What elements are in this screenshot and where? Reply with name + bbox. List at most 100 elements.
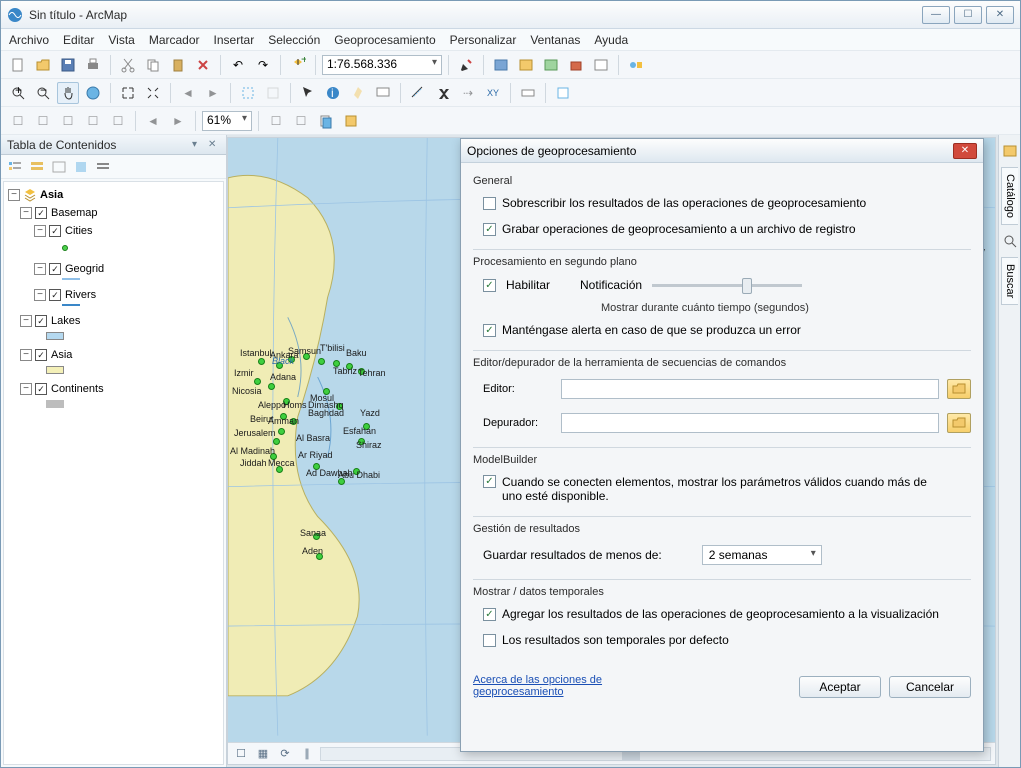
add-data-button[interactable]: + [287, 54, 309, 76]
layer-continents[interactable]: Continents [51, 383, 104, 395]
print-button[interactable] [82, 54, 104, 76]
cancel-button[interactable]: Cancelar [889, 676, 971, 698]
catalog-tab[interactable]: Catálogo [1001, 167, 1018, 225]
catalog-window-button[interactable] [515, 54, 537, 76]
maximize-button[interactable]: ☐ [954, 6, 982, 24]
fixed-zoom-in-button[interactable] [117, 82, 139, 104]
select-elements-button[interactable] [297, 82, 319, 104]
overwrite-checkbox[interactable] [483, 197, 496, 210]
modelbuilder-button[interactable] [625, 54, 647, 76]
layout-btn-4[interactable]: ☐ [82, 110, 104, 132]
layer-checkbox[interactable] [35, 207, 47, 219]
tree-toggle[interactable]: − [34, 225, 46, 237]
toggle-draft-button[interactable] [340, 110, 362, 132]
refresh-button[interactable]: ⟳ [276, 745, 294, 763]
table-of-contents-button[interactable] [490, 54, 512, 76]
browse-editor-button[interactable] [947, 379, 971, 399]
menu-editar[interactable]: Editar [63, 33, 94, 47]
layer-geogrid[interactable]: Geogrid [65, 263, 104, 275]
copy-button[interactable] [142, 54, 164, 76]
find-button[interactable] [432, 82, 454, 104]
tree-toggle[interactable]: − [20, 315, 32, 327]
editor-toolbar-button[interactable] [455, 54, 477, 76]
list-by-visibility-button[interactable] [49, 157, 69, 177]
undo-button[interactable]: ↶ [227, 54, 249, 76]
zoom-percent-combo[interactable]: 61% [202, 111, 252, 131]
map-view[interactable]: Istanbul Ankara Izmir Nicosia Aleppo Hom… [227, 137, 996, 765]
layer-checkbox[interactable] [35, 349, 47, 361]
select-features-button[interactable] [237, 82, 259, 104]
tree-toggle[interactable]: − [20, 349, 32, 361]
html-popup-button[interactable] [372, 82, 394, 104]
scale-combo[interactable]: 1:76.568.336 [322, 55, 442, 75]
layer-checkbox[interactable] [49, 225, 61, 237]
clear-selection-button[interactable] [262, 82, 284, 104]
options-button[interactable] [93, 157, 113, 177]
layer-checkbox[interactable] [35, 315, 47, 327]
pin-icon[interactable]: ▾ [192, 139, 204, 151]
enable-checkbox[interactable] [483, 279, 496, 292]
search-tab[interactable]: Buscar [1001, 257, 1018, 305]
pause-button[interactable]: ∥ [298, 745, 316, 763]
keep-results-select[interactable]: 2 semanas [702, 545, 822, 565]
browse-debugger-button[interactable] [947, 413, 971, 433]
dialog-titlebar[interactable]: Opciones de geoprocesamiento ✕ [461, 139, 983, 163]
time-slider-button[interactable] [517, 82, 539, 104]
zoom-in-button[interactable]: + [7, 82, 29, 104]
layout-view-button[interactable]: ▦ [254, 745, 272, 763]
data-view-button[interactable]: ☐ [232, 745, 250, 763]
open-button[interactable] [32, 54, 54, 76]
tree-toggle[interactable]: − [20, 207, 32, 219]
data-driven-pages-button[interactable] [315, 110, 337, 132]
measure-button[interactable] [407, 82, 429, 104]
layer-asia[interactable]: Asia [51, 349, 72, 361]
layout-btn-5[interactable]: ☐ [107, 110, 129, 132]
layout-btn-6[interactable]: ◄ [142, 110, 164, 132]
menu-insertar[interactable]: Insertar [214, 33, 255, 47]
list-by-source-button[interactable] [27, 157, 47, 177]
dialog-close-button[interactable]: ✕ [953, 143, 977, 159]
layer-checkbox[interactable] [49, 289, 61, 301]
pan-button[interactable] [57, 82, 79, 104]
goto-xy-button[interactable]: XY [482, 82, 504, 104]
minimize-button[interactable]: — [922, 6, 950, 24]
new-button[interactable] [7, 54, 29, 76]
notification-slider[interactable] [652, 284, 802, 287]
layer-cities[interactable]: Cities [65, 225, 93, 237]
about-link[interactable]: Acerca de las opciones de geoprocesamien… [473, 674, 653, 698]
search-window-button[interactable] [540, 54, 562, 76]
menu-ventanas[interactable]: Ventanas [530, 33, 580, 47]
find-route-button[interactable]: ⇢ [457, 82, 479, 104]
create-viewer-button[interactable] [552, 82, 574, 104]
full-extent-button[interactable] [82, 82, 104, 104]
menu-ayuda[interactable]: Ayuda [594, 33, 628, 47]
cut-button[interactable] [117, 54, 139, 76]
back-button[interactable]: ◄ [177, 82, 199, 104]
fixed-zoom-out-button[interactable] [142, 82, 164, 104]
menu-geoprocesamiento[interactable]: Geoprocesamiento [334, 33, 435, 47]
search-tab-icon[interactable] [1002, 233, 1018, 249]
menu-seleccion[interactable]: Selección [268, 33, 320, 47]
layer-checkbox[interactable] [35, 383, 47, 395]
layout-btn-7[interactable]: ► [167, 110, 189, 132]
layout-btn-8[interactable]: ☐ [265, 110, 287, 132]
layout-btn-2[interactable]: ☐ [32, 110, 54, 132]
tree-toggle[interactable]: − [20, 383, 32, 395]
stay-alert-checkbox[interactable] [483, 324, 496, 337]
menu-archivo[interactable]: Archivo [9, 33, 49, 47]
tree-toggle[interactable]: − [8, 189, 20, 201]
record-checkbox[interactable] [483, 223, 496, 236]
layout-btn-3[interactable]: ☐ [57, 110, 79, 132]
forward-button[interactable]: ► [202, 82, 224, 104]
identify-button[interactable]: i [322, 82, 344, 104]
layout-btn-9[interactable]: ☐ [290, 110, 312, 132]
tree-toggle[interactable]: − [34, 289, 46, 301]
redo-button[interactable]: ↷ [252, 54, 274, 76]
paste-button[interactable] [167, 54, 189, 76]
hyperlink-button[interactable] [347, 82, 369, 104]
close-panel-icon[interactable]: ✕ [208, 139, 220, 151]
editor-input[interactable] [561, 379, 939, 399]
layout-btn-1[interactable]: ☐ [7, 110, 29, 132]
layer-rivers[interactable]: Rivers [65, 289, 96, 301]
layer-basemap[interactable]: Basemap [51, 207, 97, 219]
